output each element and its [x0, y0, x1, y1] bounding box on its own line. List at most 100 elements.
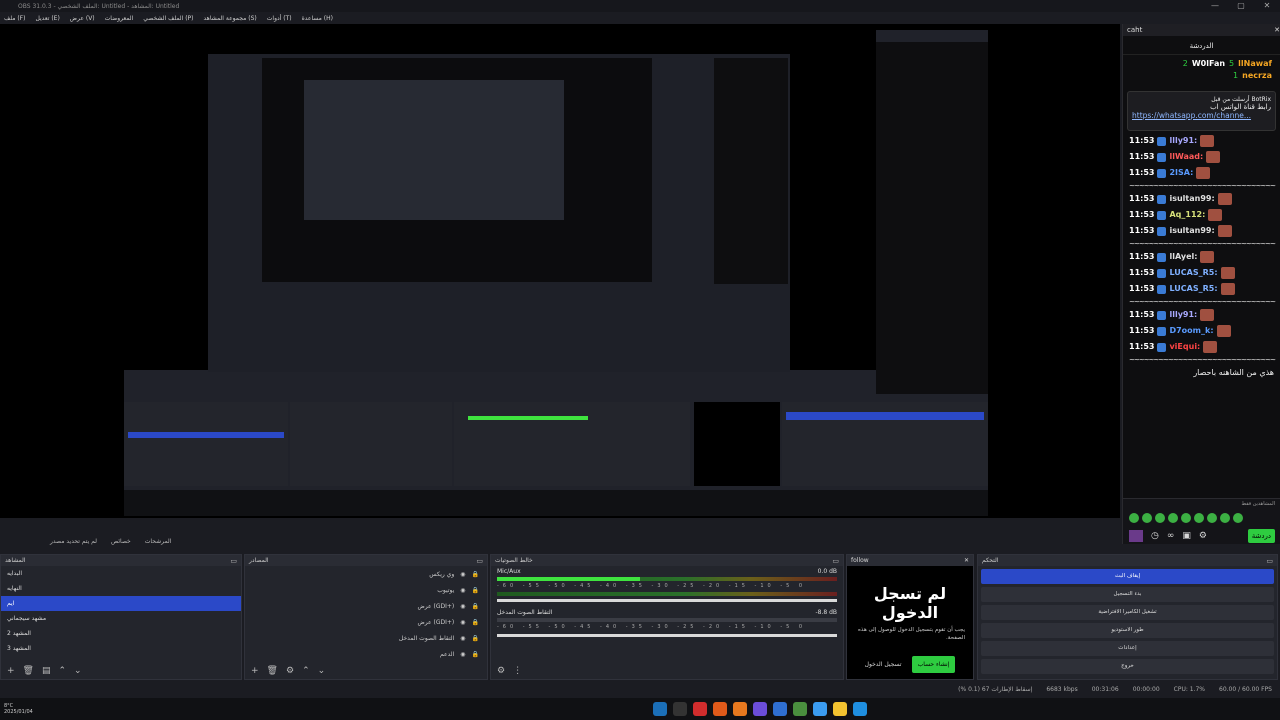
users-icon[interactable]: ∞: [1167, 531, 1175, 541]
message-user[interactable]: llly91:: [1169, 309, 1197, 321]
add-icon[interactable]: +: [7, 666, 15, 676]
down-icon[interactable]: ⌄: [74, 666, 82, 676]
stop-streaming-button[interactable]: إيقاف البث: [981, 569, 1274, 584]
filters-button[interactable]: المرشحات: [145, 538, 172, 545]
start-recording-button[interactable]: بدء التسجيل: [981, 587, 1274, 602]
undock-icon[interactable]: ▭: [832, 557, 839, 565]
gift-icon[interactable]: ▣: [1182, 531, 1191, 541]
message-user[interactable]: Aq_112:: [1169, 209, 1205, 221]
windows-icon[interactable]: [853, 702, 867, 716]
eye-icon[interactable]: ◉: [460, 651, 465, 658]
trash-icon[interactable]: 🗑: [23, 666, 34, 676]
emote-icon[interactable]: [1168, 513, 1178, 523]
menu-file[interactable]: ملف (F): [4, 15, 25, 22]
message-user[interactable]: llly91:: [1169, 135, 1197, 147]
trash-icon[interactable]: 🗑: [267, 666, 278, 676]
message-user[interactable]: viEqui:: [1169, 341, 1200, 353]
volume-slider[interactable]: [497, 634, 837, 637]
pinned-link[interactable]: https://whatsapp.com/channe...: [1132, 111, 1251, 120]
source-item[interactable]: عرض (GDI+) ◉ 🔒: [245, 598, 487, 614]
lock-icon[interactable]: 🔒: [472, 571, 479, 578]
eye-icon[interactable]: ◉: [460, 635, 465, 642]
gear-icon[interactable]: ⚙: [497, 666, 505, 676]
undock-icon[interactable]: ▭: [1266, 557, 1273, 565]
message-user[interactable]: D7oom_k:: [1169, 325, 1213, 337]
down-icon[interactable]: ⌄: [318, 666, 326, 676]
message-user[interactable]: llAyel:: [1169, 251, 1197, 263]
message-user[interactable]: isultan99:: [1169, 193, 1214, 205]
undock-icon[interactable]: ▭: [230, 557, 237, 565]
menu-edit[interactable]: تعديل (E): [35, 15, 59, 22]
emote-icon[interactable]: [1207, 513, 1217, 523]
message-user[interactable]: isultan99:: [1169, 225, 1214, 237]
app-icon[interactable]: [793, 702, 807, 716]
chat-send-button[interactable]: دردشة: [1247, 529, 1275, 543]
properties-button[interactable]: خصائص: [111, 538, 131, 545]
menu-profile[interactable]: الملف الشخصي (P): [143, 15, 193, 22]
app-icon[interactable]: [693, 702, 707, 716]
app-icon[interactable]: [673, 702, 687, 716]
close-icon[interactable]: ✕: [964, 557, 969, 564]
emote-icon[interactable]: [1220, 513, 1230, 523]
lock-icon[interactable]: 🔒: [472, 635, 479, 642]
source-item[interactable]: يوتيوب ◉ 🔒: [245, 582, 487, 598]
emote-icon[interactable]: [1129, 513, 1139, 523]
gear-icon[interactable]: ⚙: [286, 666, 294, 676]
create-account-button[interactable]: إنشاء حساب: [911, 656, 956, 673]
menu-view[interactable]: عرض (V): [70, 15, 95, 22]
message-user[interactable]: LUCAS_R5:: [1169, 283, 1217, 295]
clock-icon[interactable]: ◷: [1151, 531, 1159, 541]
volume-slider[interactable]: [497, 599, 837, 602]
emote-icon[interactable]: [1155, 513, 1165, 523]
lock-icon[interactable]: 🔒: [472, 603, 479, 610]
scene-item[interactable]: المشهد 2: [1, 626, 241, 641]
lock-icon[interactable]: 🔒: [472, 651, 479, 658]
lock-icon[interactable]: 🔒: [472, 619, 479, 626]
exit-button[interactable]: خروج: [981, 659, 1274, 674]
message-user[interactable]: llWaad:: [1169, 151, 1203, 163]
app-icon[interactable]: [753, 702, 767, 716]
gear-icon[interactable]: ⚙: [1199, 531, 1207, 541]
menu-scene-collection[interactable]: مجموعة المشاهد (S): [204, 15, 257, 22]
app-icon[interactable]: [773, 702, 787, 716]
eye-icon[interactable]: ◉: [460, 587, 465, 594]
maximize-button[interactable]: ▢: [1228, 0, 1254, 12]
scene-item[interactable]: مشهد سيجماني: [1, 611, 241, 626]
source-item[interactable]: عرض (GDI+) ◉ 🔒: [245, 614, 487, 630]
up-icon[interactable]: ⌃: [302, 666, 310, 676]
lock-icon[interactable]: 🔒: [472, 587, 479, 594]
source-item[interactable]: التقاط الصوت المدخل ◉ 🔒: [245, 630, 487, 646]
message-user[interactable]: 2ISA:: [1169, 167, 1193, 179]
add-icon[interactable]: +: [251, 666, 259, 676]
menu-docks[interactable]: المعروضات: [105, 15, 134, 22]
scene-item[interactable]: البدايه: [1, 566, 241, 581]
app-icon[interactable]: [733, 702, 747, 716]
eye-icon[interactable]: ◉: [460, 603, 465, 610]
folder-icon[interactable]: [833, 702, 847, 716]
up-icon[interactable]: ⌃: [59, 666, 67, 676]
eye-icon[interactable]: ◉: [460, 619, 465, 626]
chat-close-icon[interactable]: ✕: [1274, 24, 1280, 36]
message-user[interactable]: LUCAS_R5:: [1169, 267, 1217, 279]
scene-item[interactable]: ايم: [1, 596, 241, 611]
emote-icon[interactable]: [1233, 513, 1243, 523]
settings-button[interactable]: إعدادات: [981, 641, 1274, 656]
chrome-icon[interactable]: [813, 702, 827, 716]
undock-icon[interactable]: ▭: [476, 557, 483, 565]
menu-tools[interactable]: أدوات (T): [267, 15, 292, 22]
steam-icon[interactable]: [653, 702, 667, 716]
filter-icon[interactable]: ▤: [42, 666, 51, 676]
source-item[interactable]: وي ريكس ◉ 🔒: [245, 566, 487, 582]
minimize-button[interactable]: —: [1202, 0, 1228, 12]
emote-icon[interactable]: [1194, 513, 1204, 523]
brave-icon[interactable]: [713, 702, 727, 716]
studio-mode-button[interactable]: طور الاستوديو: [981, 623, 1274, 638]
menu-help[interactable]: مساعدة (H): [302, 15, 333, 22]
source-item[interactable]: الدعم ◉ 🔒: [245, 646, 487, 662]
emote-icon[interactable]: [1181, 513, 1191, 523]
login-button[interactable]: تسجيل الدخول: [865, 661, 902, 668]
menu-icon[interactable]: ⋮: [513, 666, 522, 676]
pinned-message[interactable]: أرسلت من قبل BotRix رابط قناة الواتس اب …: [1127, 91, 1276, 131]
emote-icon[interactable]: [1142, 513, 1152, 523]
close-button[interactable]: ✕: [1254, 0, 1280, 12]
